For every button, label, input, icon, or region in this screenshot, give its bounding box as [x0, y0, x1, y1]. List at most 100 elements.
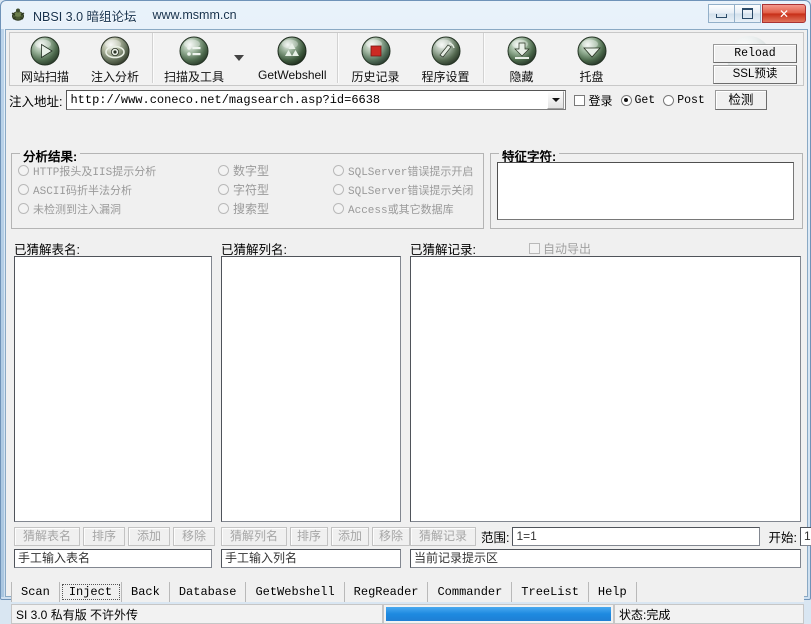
toolbar-button-website-scan[interactable]: 网站扫描: [10, 33, 80, 85]
tab-getwebshell[interactable]: GetWebshell: [246, 582, 344, 602]
radio-dot: [18, 203, 29, 214]
toolbar-label-hide: 隐藏: [509, 68, 533, 85]
manual-table-input[interactable]: 手工输入表名: [14, 549, 212, 568]
tab-commander[interactable]: Commander: [428, 582, 512, 602]
tab-strip-filler: [637, 582, 804, 602]
method-get-radio[interactable]: Get: [621, 94, 656, 107]
analysis-option-sqlserver-error-off[interactable]: SQLServer错误提示关闭: [333, 181, 473, 198]
analysis-option-label: HTTP报头及IIS提示分析: [33, 163, 156, 179]
guess-records-button[interactable]: 猜解记录: [410, 527, 476, 546]
maximize-button[interactable]: [734, 4, 761, 23]
range-label: 范围:: [481, 527, 509, 546]
analysis-option-http-header[interactable]: HTTP报头及IIS提示分析: [18, 162, 218, 179]
tab-inject[interactable]: Inject: [60, 582, 122, 602]
detect-button[interactable]: 检测: [715, 90, 767, 110]
reload-button[interactable]: Reload: [713, 44, 797, 63]
tab-scan[interactable]: Scan: [11, 582, 60, 602]
minimize-button[interactable]: [708, 4, 735, 23]
toolbar-label-inject-analysis: 注入分析: [91, 68, 139, 85]
analysis-row: ASCII码折半法分析 字符型 SQLServer错误提示关闭: [18, 181, 478, 198]
ssl-preload-button[interactable]: SSL预读: [713, 65, 797, 84]
analysis-option-string[interactable]: 字符型: [218, 181, 333, 198]
guess-columns-button[interactable]: 猜解列名: [221, 527, 287, 546]
analysis-option-numeric[interactable]: 数字型: [218, 162, 333, 179]
analysis-option-search[interactable]: 搜索型: [218, 200, 333, 217]
add-column-button[interactable]: 添加: [331, 527, 369, 546]
toolbar-button-getwebshell[interactable]: GetWebshell: [250, 33, 334, 82]
guessed-tables-listbox[interactable]: [14, 256, 212, 522]
add-table-button[interactable]: 添加: [128, 527, 170, 546]
window-title: NBSI 3.0 暗组论坛: [33, 6, 137, 25]
application-window: NBSI 3.0 暗组论坛 www.msmm.cn ✕: [0, 0, 811, 600]
toolbar-label-scan-tools: 扫描及工具: [164, 68, 224, 85]
method-post-radio[interactable]: Post: [663, 94, 705, 107]
checkbox-box: [574, 95, 585, 106]
tab-help[interactable]: Help: [589, 582, 637, 602]
analysis-option-label: 搜索型: [233, 200, 269, 217]
close-button[interactable]: ✕: [762, 4, 806, 23]
eye-orb-icon: [99, 35, 131, 67]
toolbar-group-scan: 网站扫描: [10, 33, 150, 85]
client-area: 网站扫描: [5, 29, 808, 597]
columns-action-row: 猜解列名 排序 添加 移除: [221, 527, 413, 546]
toolbar-group-reload: Reload SSL预读: [713, 36, 797, 84]
analysis-option-label: SQLServer错误提示开启: [348, 163, 473, 179]
radio-dot: [663, 95, 674, 106]
toolbar-label-settings: 程序设置: [421, 68, 469, 85]
chevron-down-icon[interactable]: [234, 55, 244, 61]
tab-back[interactable]: Back: [122, 582, 170, 602]
record-hint-input[interactable]: 当前记录提示区: [410, 549, 801, 568]
analysis-option-label: SQLServer错误提示关闭: [348, 182, 473, 198]
auto-export-checkbox[interactable]: 自动导出: [529, 240, 591, 257]
guessed-records-listbox[interactable]: [410, 256, 801, 522]
tab-database[interactable]: Database: [170, 582, 247, 602]
inject-url-input[interactable]: http://www.coneco.net/magsearch.asp?id=6…: [67, 93, 547, 107]
analysis-option-no-vuln[interactable]: 未检测到注入漏洞: [18, 200, 218, 217]
progress-bar-pane: [383, 604, 614, 624]
start-input[interactable]: 1: [800, 527, 811, 546]
toolbar-separator-3: [483, 33, 485, 83]
wrench-orb-icon: [430, 35, 462, 67]
main-toolbar: 网站扫描: [9, 32, 804, 86]
analysis-option-sqlserver-error-on[interactable]: SQLServer错误提示开启: [333, 162, 473, 179]
remove-column-button[interactable]: 移除: [372, 527, 410, 546]
toolbar-button-tray[interactable]: 托盘: [557, 33, 627, 85]
remove-table-button[interactable]: 移除: [173, 527, 215, 546]
login-checkbox[interactable]: 登录: [574, 92, 612, 109]
checkbox-box: [529, 243, 540, 254]
tab-treelist[interactable]: TreeList: [512, 582, 589, 602]
toolbar-button-settings[interactable]: 程序设置: [411, 33, 481, 85]
toolbar-button-scan-tools[interactable]: 扫描及工具: [156, 33, 232, 85]
feature-chars-textarea[interactable]: [497, 162, 794, 220]
toolbar-label-history: 历史记录: [351, 68, 399, 85]
radio-dot: [18, 184, 29, 195]
sort-columns-button[interactable]: 排序: [290, 527, 328, 546]
inject-url-combobox[interactable]: http://www.coneco.net/magsearch.asp?id=6…: [66, 90, 566, 110]
sort-tables-button[interactable]: 排序: [83, 527, 125, 546]
manual-column-input[interactable]: 手工输入列名: [221, 549, 401, 568]
analysis-options-grid: HTTP报头及IIS提示分析 数字型 SQLServer错误提示开启 ASCII…: [18, 162, 478, 219]
url-dropdown-button[interactable]: [547, 91, 564, 109]
minimize-icon: [716, 14, 727, 18]
guessed-columns-listbox[interactable]: [221, 256, 401, 522]
toolbar-label-tray: 托盘: [579, 68, 603, 85]
analysis-option-label: ASCII码折半法分析: [33, 182, 132, 198]
method-get-label: Get: [635, 94, 656, 107]
analysis-option-access-db[interactable]: Access或其它数据库: [333, 200, 454, 217]
radio-dot: [333, 165, 344, 176]
radio-dot: [218, 165, 229, 176]
inject-url-row: 注入地址: http://www.coneco.net/magsearch.as…: [9, 88, 804, 112]
bottom-tab-strip: Scan Inject Back Database GetWebshell Re…: [11, 582, 804, 602]
window-controls: ✕: [709, 4, 806, 23]
analysis-option-ascii-binary[interactable]: ASCII码折半法分析: [18, 181, 218, 198]
toolbar-button-inject-analysis[interactable]: 注入分析: [80, 33, 150, 85]
range-input[interactable]: 1=1: [512, 527, 760, 546]
guess-tables-button[interactable]: 猜解表名: [14, 527, 80, 546]
window-left-edge: [1, 29, 4, 597]
inject-url-label: 注入地址:: [9, 91, 62, 110]
tab-regreader[interactable]: RegReader: [345, 582, 429, 602]
recycle-orb-icon: [276, 35, 308, 67]
toolbar-button-hide[interactable]: 隐藏: [487, 33, 557, 85]
toolbar-button-history[interactable]: 历史记录: [341, 33, 411, 85]
start-label: 开始:: [768, 527, 796, 546]
